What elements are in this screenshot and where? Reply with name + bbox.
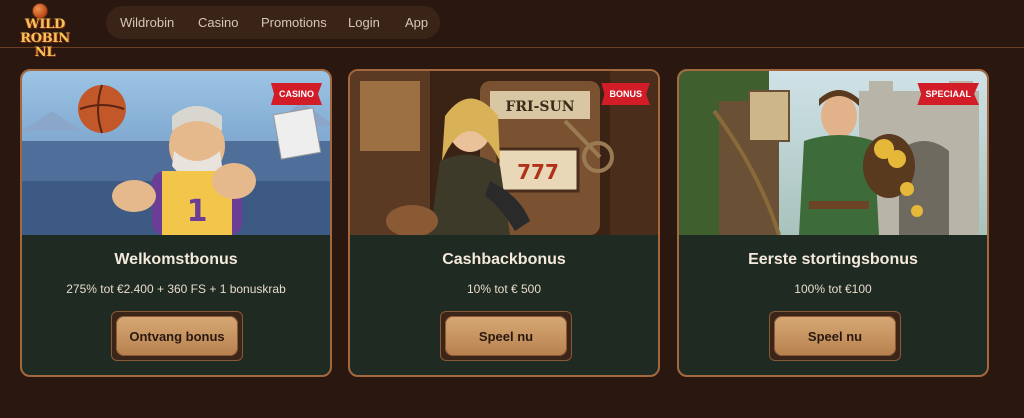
nav-casino[interactable]: Casino — [198, 15, 238, 30]
promo-card-first-deposit: SPECIAAL Eerste stortingsbonus 100% tot … — [677, 69, 989, 377]
main-nav: Wildrobin Casino Promotions Login App — [106, 6, 440, 39]
card-description: 10% tot € 500 — [466, 282, 542, 296]
ribbon-badge: CASINO — [270, 83, 322, 105]
card-title: Cashbackbonus — [442, 251, 566, 268]
svg-text:777: 777 — [517, 160, 559, 184]
play-now-label[interactable]: Speel nu — [445, 316, 567, 356]
svg-text:1: 1 — [187, 194, 208, 229]
site-header: WILD ROBIN NL Wildrobin Casino Promotion… — [0, 0, 1024, 60]
logo-line2: NL — [34, 45, 56, 60]
promo-card-cashback: FRI-SUN 777 BONUS Cashbackbonus 10% tot … — [348, 69, 660, 377]
claim-bonus-label[interactable]: Ontvang bonus — [116, 316, 238, 356]
card-description: 275% tot €2.400 + 360 FS + 1 bonuskrab — [66, 282, 286, 296]
play-now-label[interactable]: Speel nu — [774, 316, 896, 356]
card-title: Eerste stortingsbonus — [748, 251, 918, 268]
ribbon-badge: BONUS — [601, 83, 650, 105]
logo[interactable]: WILD ROBIN NL — [2, 2, 86, 60]
nav-app[interactable]: App — [405, 15, 428, 30]
ribbon-badge: SPECIAAL — [917, 83, 979, 105]
nav-login[interactable]: Login — [348, 15, 380, 30]
play-now-button[interactable]: Speel nu — [440, 311, 572, 361]
card-description: 100% tot €100 — [794, 282, 872, 296]
promo-card-welcome: 1 CASINO Welkomstbonus 275% tot €2.400 +… — [20, 69, 332, 377]
card-title: Welkomstbonus — [114, 251, 238, 268]
nav-promotions[interactable]: Promotions — [261, 15, 327, 30]
nav-wildrobin[interactable]: Wildrobin — [120, 15, 174, 30]
play-now-button[interactable]: Speel nu — [769, 311, 901, 361]
logo-text: WILD ROBIN NL — [4, 18, 86, 60]
svg-text:FRI-SUN: FRI-SUN — [505, 99, 574, 115]
logo-line1: WILD ROBIN — [20, 17, 70, 46]
claim-bonus-button[interactable]: Ontvang bonus — [111, 311, 243, 361]
